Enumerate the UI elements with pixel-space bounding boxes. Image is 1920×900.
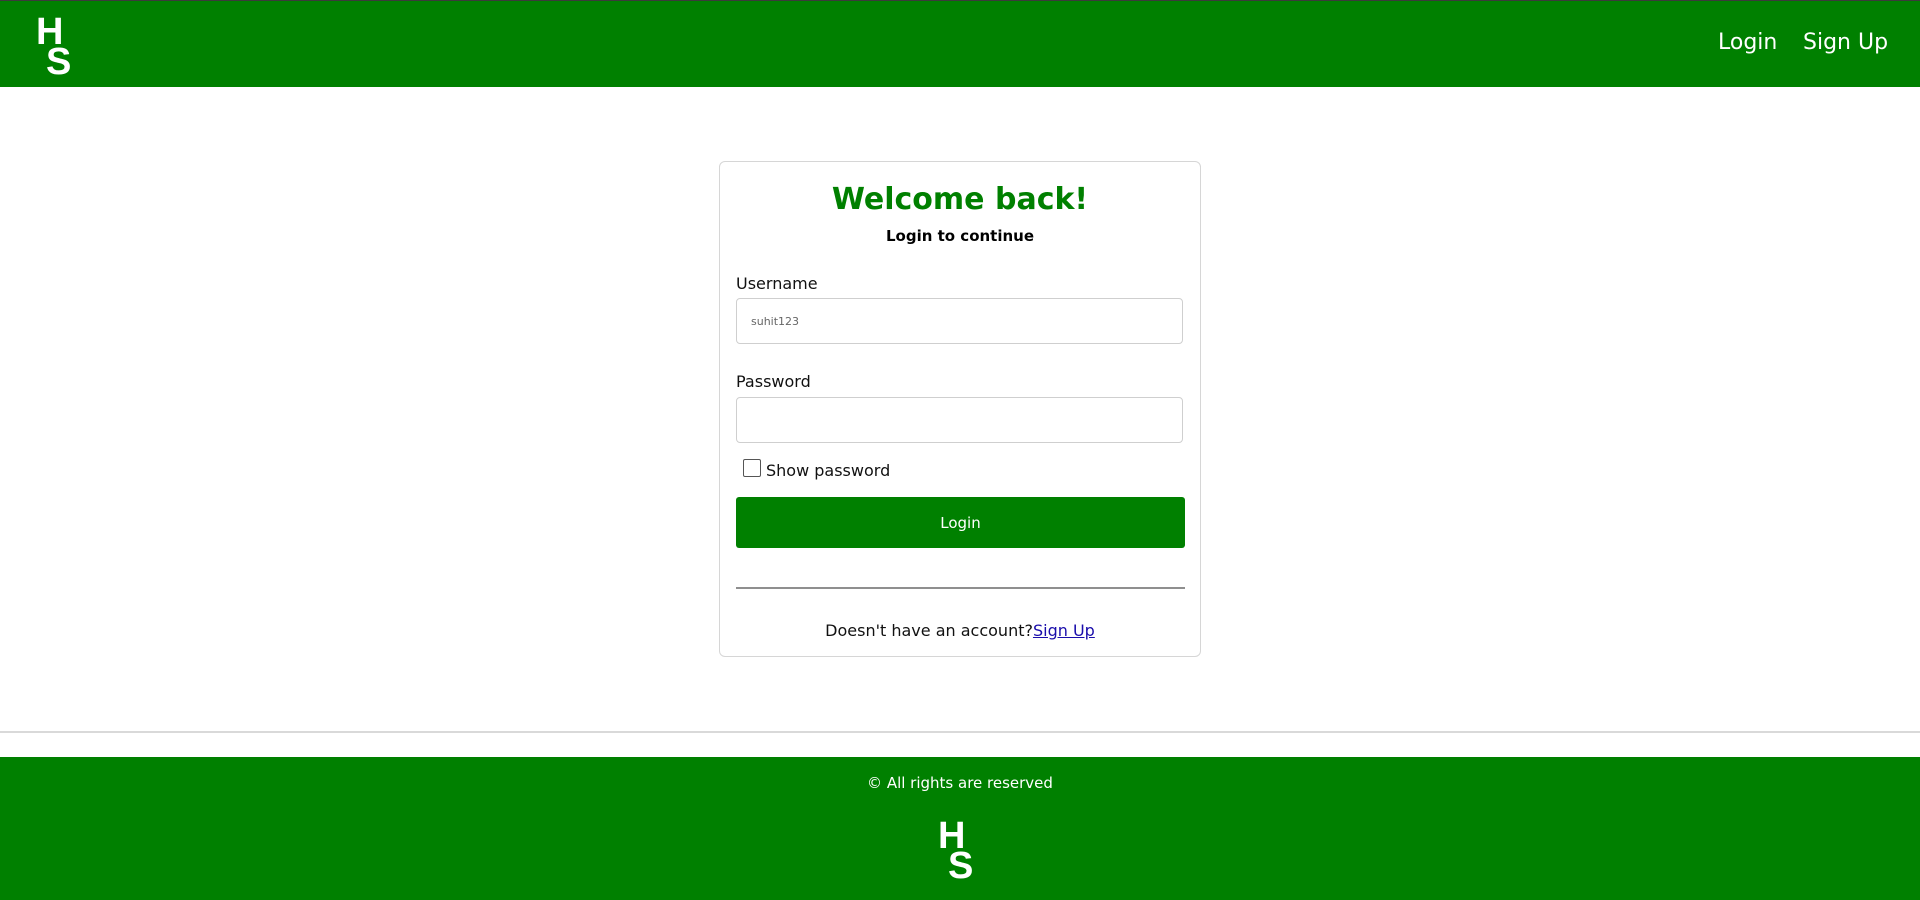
footer: © All rights are reserved H S xyxy=(0,757,1920,900)
login-card: Welcome back! Login to continue Username… xyxy=(719,161,1201,657)
footer-separator xyxy=(0,731,1920,733)
password-input[interactable] xyxy=(736,397,1183,443)
hs-logo-icon[interactable]: H S xyxy=(36,10,82,78)
username-label: Username xyxy=(736,274,818,293)
password-label: Password xyxy=(736,372,811,391)
welcome-title: Welcome back! xyxy=(831,182,1089,217)
svg-text:S: S xyxy=(948,845,973,882)
login-subtitle: Login to continue xyxy=(885,227,1035,245)
signup-prompt: Doesn't have an account?Sign Up xyxy=(720,621,1200,640)
show-password-checkbox[interactable] xyxy=(743,459,761,477)
nav-login-link[interactable]: Login xyxy=(1718,30,1777,55)
signup-prompt-text: Doesn't have an account? xyxy=(825,621,1033,640)
username-input[interactable] xyxy=(736,298,1183,344)
nav-signup-link[interactable]: Sign Up xyxy=(1803,30,1888,55)
hs-logo-icon: H S xyxy=(938,815,973,882)
login-button[interactable]: Login xyxy=(736,497,1185,548)
divider xyxy=(736,587,1185,589)
copyright-text: © All rights are reserved xyxy=(867,774,1053,792)
show-password-label[interactable]: Show password xyxy=(766,461,890,480)
svg-text:S: S xyxy=(46,41,71,78)
top-navbar: H S Login Sign Up xyxy=(0,1,1920,87)
signup-link[interactable]: Sign Up xyxy=(1033,621,1095,640)
